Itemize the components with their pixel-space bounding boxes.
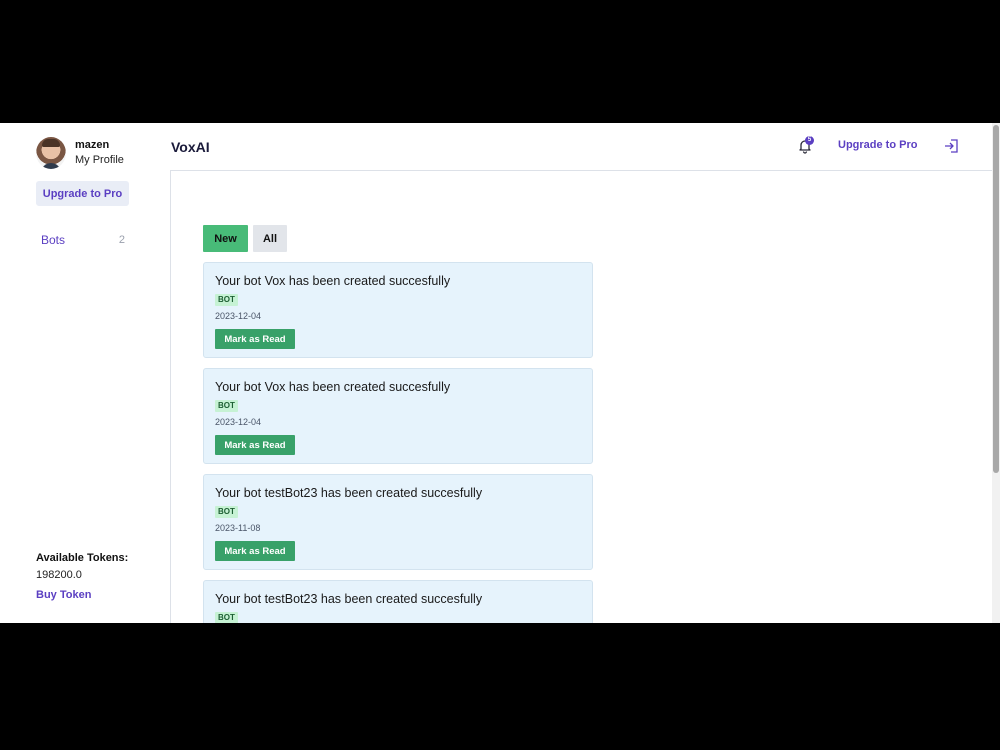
- avatar[interactable]: [36, 137, 66, 169]
- notifications-panel: New All Your bot Vox has been created su…: [170, 171, 992, 623]
- notification-card: Your bot Vox has been created succesfull…: [203, 368, 593, 464]
- profile-text: mazen My Profile: [75, 138, 124, 168]
- profile-block[interactable]: mazen My Profile: [36, 137, 124, 169]
- notification-title: Your bot testBot23 has been created succ…: [215, 592, 483, 606]
- tokens-block: Available Tokens: 198200.0 Buy Token: [36, 551, 128, 603]
- app-window: mazen My Profile Upgrade to Pro Bots 2 A…: [0, 123, 1000, 623]
- notification-title: Your bot Vox has been created succesfull…: [215, 380, 451, 394]
- notification-count-badge: 5: [805, 136, 814, 145]
- tab-all[interactable]: All: [253, 225, 287, 252]
- notification-date: 2023-12-04: [215, 417, 262, 427]
- notification-tabs: New All: [203, 225, 287, 252]
- letterbox-bottom: [0, 623, 1000, 750]
- notification-tag: BOT: [215, 294, 238, 306]
- sidebar: mazen My Profile Upgrade to Pro Bots 2 A…: [0, 123, 170, 623]
- notification-tag: BOT: [215, 612, 238, 623]
- notification-list: Your bot Vox has been created succesfull…: [203, 262, 593, 623]
- sidebar-item-label: Bots: [41, 233, 66, 247]
- sidebar-upgrade-button[interactable]: Upgrade to Pro: [36, 181, 129, 206]
- buy-token-link[interactable]: Buy Token: [36, 589, 91, 601]
- sidebar-item-bots[interactable]: Bots 2: [41, 233, 125, 247]
- page-scrollbar[interactable]: [992, 123, 1000, 623]
- sidebar-item-count: 2: [118, 234, 125, 246]
- notification-tag: BOT: [215, 506, 238, 518]
- letterbox-top: [0, 0, 1000, 123]
- mark-as-read-button[interactable]: Mark as Read: [215, 435, 295, 455]
- notification-date: 2023-12-04: [215, 311, 262, 321]
- brand-title: VoxAI: [171, 139, 210, 155]
- top-header: VoxAI 5 Upgrade to Pro: [170, 123, 992, 171]
- tab-new[interactable]: New: [203, 225, 248, 252]
- profile-name: mazen: [75, 139, 110, 151]
- scrollbar-thumb[interactable]: [993, 125, 999, 473]
- notification-date: 2023-11-08: [215, 523, 261, 533]
- header-upgrade-button[interactable]: Upgrade to Pro: [838, 139, 917, 151]
- my-profile-link[interactable]: My Profile: [75, 153, 124, 168]
- mark-as-read-button[interactable]: Mark as Read: [215, 329, 295, 349]
- notification-tag: BOT: [215, 400, 238, 412]
- notification-card: Your bot Vox has been created succesfull…: [203, 262, 593, 358]
- tokens-label: Available Tokens:: [36, 552, 129, 564]
- notification-title: Your bot Vox has been created succesfull…: [215, 274, 451, 288]
- mark-as-read-button[interactable]: Mark as Read: [215, 541, 295, 561]
- notification-card: Your bot testBot23 has been created succ…: [203, 474, 593, 570]
- notification-title: Your bot testBot23 has been created succ…: [215, 486, 483, 500]
- tokens-value: 198200.0: [36, 569, 82, 581]
- logout-icon[interactable]: [943, 138, 959, 154]
- notification-card: Your bot testBot23 has been created succ…: [203, 580, 593, 623]
